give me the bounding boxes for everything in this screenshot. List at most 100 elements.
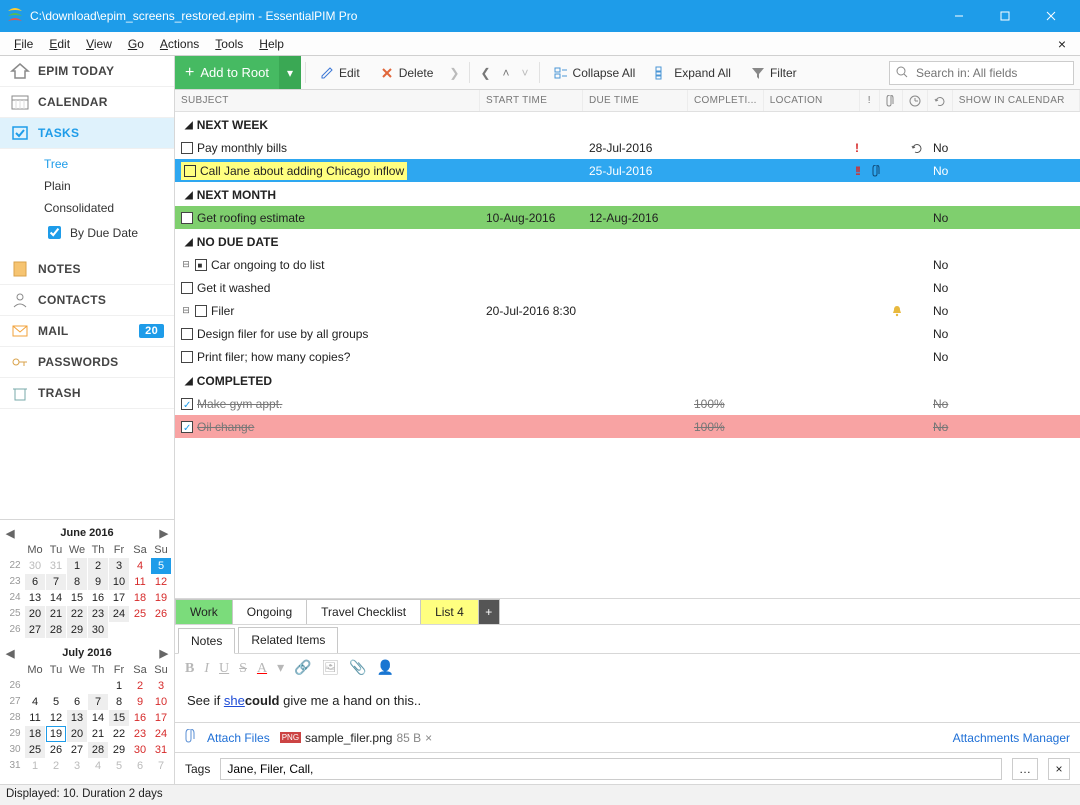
nav-fwd-icon[interactable]: ❯: [443, 56, 465, 89]
subnav-tree[interactable]: Tree: [44, 153, 174, 175]
byduedate-checkbox[interactable]: [48, 226, 61, 239]
menu-actions[interactable]: Actions: [152, 34, 207, 54]
task-checkbox[interactable]: [181, 282, 193, 294]
tags-clear-button[interactable]: ×: [1048, 758, 1070, 780]
italic-icon[interactable]: I: [204, 661, 209, 677]
menu-close-icon[interactable]: ×: [1050, 33, 1074, 55]
edit-button[interactable]: Edit: [310, 56, 370, 89]
subnav-consolidated[interactable]: Consolidated: [44, 197, 174, 219]
search-box[interactable]: [889, 61, 1074, 85]
expand-icon[interactable]: ⊟: [181, 305, 191, 316]
nav-notes[interactable]: NOTES: [0, 254, 174, 285]
menu-edit[interactable]: Edit: [41, 34, 78, 54]
expand-all-button[interactable]: Expand All: [645, 56, 741, 89]
next-month-icon[interactable]: ▶: [160, 527, 168, 540]
task-checkbox[interactable]: [181, 351, 193, 363]
task-row[interactable]: ⊟Filer 20-Jul-2016 8:30 No: [175, 299, 1080, 322]
menu-tools[interactable]: Tools: [207, 34, 251, 54]
task-checkbox[interactable]: [195, 259, 207, 271]
contact-icon[interactable]: 👤: [377, 660, 394, 677]
nav-epim-today[interactable]: EPIM TODAY: [0, 56, 174, 87]
col-showincal[interactable]: SHOW IN CALENDAR: [953, 90, 1080, 111]
note-link[interactable]: she: [224, 693, 245, 708]
task-checkbox[interactable]: [181, 142, 193, 154]
column-headers[interactable]: SUBJECT START TIME DUE TIME COMPLETI... …: [175, 90, 1080, 112]
search-input[interactable]: [914, 65, 1067, 81]
subnav-byduedate[interactable]: By Due Date: [44, 219, 174, 246]
minical-june[interactable]: ◀June 2016▶ MoTuWeThFrSaSu 22303112345 2…: [6, 524, 168, 638]
task-row[interactable]: Oil change 100% No: [175, 415, 1080, 438]
attachments-manager-link[interactable]: Attachments Manager: [953, 731, 1070, 745]
group-nextmonth[interactable]: ◢NEXT MONTH: [175, 182, 1080, 206]
col-attach-icon[interactable]: [880, 90, 903, 111]
task-row-selected[interactable]: Call Jane about adding Chicago inflow 25…: [175, 159, 1080, 182]
more-icon[interactable]: ▾: [277, 660, 284, 677]
expand-icon[interactable]: ⊟: [181, 259, 191, 270]
col-location[interactable]: LOCATION: [764, 90, 860, 111]
task-row[interactable]: ⊟Car ongoing to do list No: [175, 253, 1080, 276]
prev-month-icon[interactable]: ◀: [6, 527, 14, 540]
subnav-plain[interactable]: Plain: [44, 175, 174, 197]
tab-work[interactable]: Work: [175, 599, 233, 624]
task-checkbox[interactable]: [181, 421, 193, 433]
col-due[interactable]: DUE TIME: [583, 90, 688, 111]
next-month-icon[interactable]: ▶: [160, 647, 168, 660]
minical-july[interactable]: ◀July 2016▶ MoTuWeThFrSaSu 26123 2745678…: [6, 644, 168, 774]
nav-back-icon[interactable]: ❮: [474, 56, 496, 89]
collapse-all-button[interactable]: Collapse All: [544, 56, 646, 89]
col-subject[interactable]: SUBJECT: [175, 90, 480, 111]
menu-view[interactable]: View: [78, 34, 120, 54]
task-checkbox[interactable]: [181, 398, 193, 410]
maximize-button[interactable]: [982, 0, 1028, 32]
col-start[interactable]: START TIME: [480, 90, 583, 111]
task-row[interactable]: Get it washed No: [175, 276, 1080, 299]
task-checkbox[interactable]: [184, 165, 196, 177]
tab-list4[interactable]: List 4: [420, 599, 479, 624]
underline-icon[interactable]: U: [219, 661, 229, 677]
attach-files-link[interactable]: Attach Files: [207, 731, 270, 745]
task-checkbox[interactable]: [181, 212, 193, 224]
remove-file-icon[interactable]: ×: [425, 731, 432, 745]
nav-up-icon[interactable]: ˄: [497, 56, 516, 89]
col-reminder-icon[interactable]: [903, 90, 928, 111]
task-row[interactable]: Print filer; how many copies? No: [175, 345, 1080, 368]
menu-file[interactable]: File: [6, 34, 41, 54]
strike-icon[interactable]: S: [239, 661, 247, 677]
add-to-root-button[interactable]: + Add to Root: [175, 56, 279, 89]
tags-input[interactable]: [220, 758, 1002, 780]
prev-month-icon[interactable]: ◀: [6, 647, 14, 660]
tab-add[interactable]: +: [478, 599, 500, 624]
fontcolor-icon[interactable]: A: [257, 661, 267, 677]
nav-down-icon[interactable]: ˅: [516, 56, 535, 89]
bold-icon[interactable]: B: [185, 661, 194, 677]
image-icon[interactable]: 🖼: [322, 660, 340, 677]
add-dropdown[interactable]: ▾: [279, 56, 301, 89]
nav-passwords[interactable]: PASSWORDS: [0, 347, 174, 378]
nav-mail[interactable]: MAIL 20: [0, 316, 174, 347]
delete-button[interactable]: Delete: [370, 56, 444, 89]
col-completion[interactable]: COMPLETI...: [688, 90, 764, 111]
nav-calendar[interactable]: CALENDAR: [0, 87, 174, 118]
tab-notes[interactable]: Notes: [178, 628, 235, 654]
task-row[interactable]: Design filer for use by all groups No: [175, 322, 1080, 345]
tags-more-button[interactable]: …: [1012, 758, 1038, 780]
tab-related[interactable]: Related Items: [238, 627, 338, 653]
minimize-button[interactable]: [936, 0, 982, 32]
note-body[interactable]: See if shecould give me a hand on this..: [175, 683, 1080, 722]
group-nextweek[interactable]: ◢NEXT WEEK: [175, 112, 1080, 136]
nav-tasks[interactable]: TASKS: [0, 118, 174, 149]
tab-ongoing[interactable]: Ongoing: [232, 599, 307, 624]
attach-icon[interactable]: 📎: [349, 660, 366, 677]
col-repeat-icon[interactable]: [928, 90, 953, 111]
group-nodue[interactable]: ◢NO DUE DATE: [175, 229, 1080, 253]
menu-go[interactable]: Go: [120, 34, 152, 54]
col-priority-icon[interactable]: !: [860, 90, 880, 111]
attached-file[interactable]: PNG sample_filer.png 85 B ×: [280, 731, 432, 745]
task-row[interactable]: Pay monthly bills 28-Jul-2016 ! No: [175, 136, 1080, 159]
task-row[interactable]: Get roofing estimate 10-Aug-201612-Aug-2…: [175, 206, 1080, 229]
group-completed[interactable]: ◢COMPLETED: [175, 368, 1080, 392]
tab-travel[interactable]: Travel Checklist: [306, 599, 421, 624]
task-checkbox[interactable]: [195, 305, 207, 317]
link-icon[interactable]: 🔗: [294, 660, 311, 677]
filter-button[interactable]: Filter: [741, 56, 807, 89]
